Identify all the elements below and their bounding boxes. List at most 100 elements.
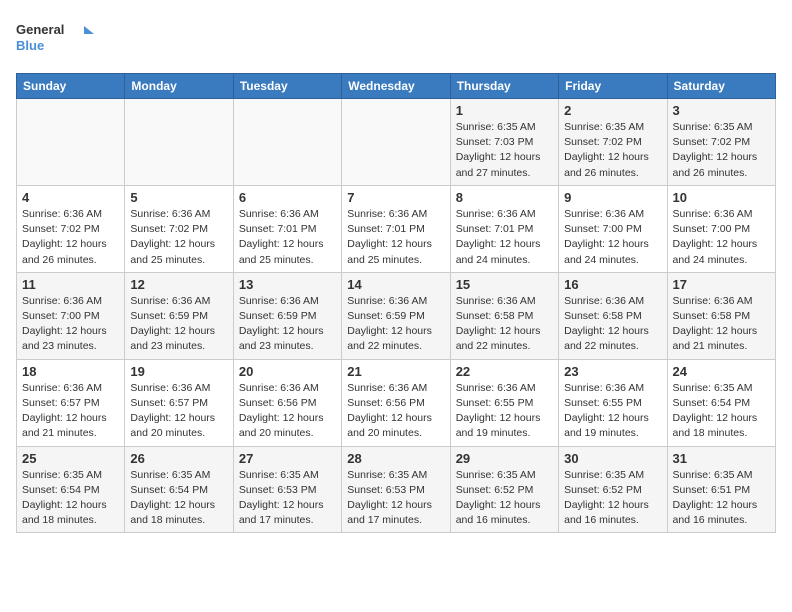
day-number: 25 — [22, 451, 119, 466]
day-number: 31 — [673, 451, 770, 466]
calendar-cell: 23 Sunrise: 6:36 AMSunset: 6:55 PMDayligh… — [559, 359, 667, 446]
calendar-cell: 26Sunrise: 6:35 AMSunset: 6:54 PMDayligh… — [125, 446, 233, 533]
weekday-header-saturday: Saturday — [667, 74, 775, 99]
day-number: 16 — [564, 277, 661, 292]
calendar-cell: 3Sunrise: 6:35 AMSunset: 7:02 PMDaylight… — [667, 99, 775, 186]
day-info: Sunrise: 6:36 AMSunset: 6:56 PMDaylight:… — [347, 381, 444, 442]
day-number: 20 — [239, 364, 336, 379]
day-number: 5 — [130, 190, 227, 205]
day-info: Sunrise: 6:35 AMSunset: 6:53 PMDaylight:… — [347, 468, 444, 529]
weekday-header-thursday: Thursday — [450, 74, 558, 99]
week-row-1: 1 Sunrise: 6:35 AMSunset: 7:03 PMDaylight… — [17, 99, 776, 186]
day-number: 21 — [347, 364, 444, 379]
calendar-cell: 28 Sunrise: 6:35 AMSunset: 6:53 PMDayligh… — [342, 446, 450, 533]
calendar-cell: 12 Sunrise: 6:36 AMSunset: 6:59 PMDayligh… — [125, 272, 233, 359]
calendar-cell: 9 Sunrise: 6:36 AMSunset: 7:00 PMDaylight… — [559, 185, 667, 272]
calendar-cell — [17, 99, 125, 186]
weekday-header-wednesday: Wednesday — [342, 74, 450, 99]
day-info: Sunrise: 6:36 AMSunset: 7:00 PMDaylight:… — [564, 207, 661, 268]
calendar-cell: 25 Sunrise: 6:35 AMSunset: 6:54 PMDayligh… — [17, 446, 125, 533]
calendar-cell: 19 Sunrise: 6:36 AMSunset: 6:57 PMDayligh… — [125, 359, 233, 446]
calendar-cell: 14Sunrise: 6:36 AMSunset: 6:59 PMDayligh… — [342, 272, 450, 359]
weekday-header-row: SundayMondayTuesdayWednesdayThursdayFrid… — [17, 74, 776, 99]
day-number: 23 — [564, 364, 661, 379]
day-number: 24 — [673, 364, 770, 379]
calendar-cell: 24 Sunrise: 6:35 AMSunset: 6:54 PMDayligh… — [667, 359, 775, 446]
calendar-cell: 4Sunrise: 6:36 AMSunset: 7:02 PMDaylight… — [17, 185, 125, 272]
day-number: 9 — [564, 190, 661, 205]
day-info: Sunrise: 6:36 AMSunset: 6:56 PMDaylight:… — [239, 381, 336, 442]
logo-svg: General Blue — [16, 16, 96, 61]
day-info: Sunrise: 6:35 AMSunset: 6:52 PMDaylight:… — [456, 468, 553, 529]
day-number: 18 — [22, 364, 119, 379]
day-number: 17 — [673, 277, 770, 292]
day-info: Sunrise: 6:35 AMSunset: 6:51 PMDaylight:… — [673, 468, 770, 529]
day-number: 1 — [456, 103, 553, 118]
calendar-cell — [233, 99, 341, 186]
calendar-cell: 30 Sunrise: 6:35 AMSunset: 6:52 PMDayligh… — [559, 446, 667, 533]
day-info: Sunrise: 6:36 AMSunset: 6:57 PMDaylight:… — [130, 381, 227, 442]
calendar-cell: 18 Sunrise: 6:36 AMSunset: 6:57 PMDayligh… — [17, 359, 125, 446]
day-info: Sunrise: 6:36 AMSunset: 6:58 PMDaylight:… — [564, 294, 661, 355]
calendar-cell: 27 Sunrise: 6:35 AMSunset: 6:53 PMDayligh… — [233, 446, 341, 533]
day-info: Sunrise: 6:36 AMSunset: 6:59 PMDaylight:… — [239, 294, 336, 355]
calendar-cell: 7Sunrise: 6:36 AMSunset: 7:01 PMDaylight… — [342, 185, 450, 272]
calendar-cell: 17 Sunrise: 6:36 AMSunset: 6:58 PMDayligh… — [667, 272, 775, 359]
calendar-cell: 8Sunrise: 6:36 AMSunset: 7:01 PMDaylight… — [450, 185, 558, 272]
day-info: Sunrise: 6:35 AMSunset: 6:54 PMDaylight:… — [22, 468, 119, 529]
weekday-header-monday: Monday — [125, 74, 233, 99]
day-info: Sunrise: 6:35 AMSunset: 7:02 PMDaylight:… — [564, 120, 661, 181]
calendar-cell: 10 Sunrise: 6:36 AMSunset: 7:00 PMDayligh… — [667, 185, 775, 272]
day-info: Sunrise: 6:36 AMSunset: 7:00 PMDaylight:… — [673, 207, 770, 268]
day-info: Sunrise: 6:36 AMSunset: 6:57 PMDaylight:… — [22, 381, 119, 442]
calendar-table: SundayMondayTuesdayWednesdayThursdayFrid… — [16, 73, 776, 533]
day-info: Sunrise: 6:36 AMSunset: 7:00 PMDaylight:… — [22, 294, 119, 355]
logo: General Blue — [16, 16, 96, 61]
day-number: 29 — [456, 451, 553, 466]
week-row-5: 25 Sunrise: 6:35 AMSunset: 6:54 PMDayligh… — [17, 446, 776, 533]
calendar-cell: 29 Sunrise: 6:35 AMSunset: 6:52 PMDayligh… — [450, 446, 558, 533]
day-info: Sunrise: 6:35 AMSunset: 6:52 PMDaylight:… — [564, 468, 661, 529]
week-row-3: 11 Sunrise: 6:36 AMSunset: 7:00 PMDayligh… — [17, 272, 776, 359]
calendar-cell: 1 Sunrise: 6:35 AMSunset: 7:03 PMDaylight… — [450, 99, 558, 186]
day-info: Sunrise: 6:36 AMSunset: 7:01 PMDaylight:… — [347, 207, 444, 268]
calendar-cell: 11 Sunrise: 6:36 AMSunset: 7:00 PMDayligh… — [17, 272, 125, 359]
day-info: Sunrise: 6:35 AMSunset: 7:03 PMDaylight:… — [456, 120, 553, 181]
week-row-2: 4Sunrise: 6:36 AMSunset: 7:02 PMDaylight… — [17, 185, 776, 272]
day-info: Sunrise: 6:35 AMSunset: 7:02 PMDaylight:… — [673, 120, 770, 181]
calendar-cell: 16 Sunrise: 6:36 AMSunset: 6:58 PMDayligh… — [559, 272, 667, 359]
day-number: 27 — [239, 451, 336, 466]
day-info: Sunrise: 6:36 AMSunset: 7:01 PMDaylight:… — [239, 207, 336, 268]
day-number: 26 — [130, 451, 227, 466]
day-number: 15 — [456, 277, 553, 292]
day-info: Sunrise: 6:36 AMSunset: 6:55 PMDaylight:… — [456, 381, 553, 442]
day-info: Sunrise: 6:35 AMSunset: 6:54 PMDaylight:… — [673, 381, 770, 442]
weekday-header-tuesday: Tuesday — [233, 74, 341, 99]
calendar-cell: 15 Sunrise: 6:36 AMSunset: 6:58 PMDayligh… — [450, 272, 558, 359]
svg-text:General: General — [16, 22, 64, 37]
calendar-cell: 20 Sunrise: 6:36 AMSunset: 6:56 PMDayligh… — [233, 359, 341, 446]
day-info: Sunrise: 6:35 AMSunset: 6:53 PMDaylight:… — [239, 468, 336, 529]
weekday-header-friday: Friday — [559, 74, 667, 99]
calendar-cell — [125, 99, 233, 186]
calendar-cell: 5 Sunrise: 6:36 AMSunset: 7:02 PMDaylight… — [125, 185, 233, 272]
day-info: Sunrise: 6:36 AMSunset: 6:59 PMDaylight:… — [130, 294, 227, 355]
day-number: 11 — [22, 277, 119, 292]
day-info: Sunrise: 6:36 AMSunset: 6:58 PMDaylight:… — [673, 294, 770, 355]
calendar-cell: 6 Sunrise: 6:36 AMSunset: 7:01 PMDaylight… — [233, 185, 341, 272]
page-header: General Blue — [16, 16, 776, 61]
day-number: 8 — [456, 190, 553, 205]
calendar-cell: 2 Sunrise: 6:35 AMSunset: 7:02 PMDaylight… — [559, 99, 667, 186]
day-number: 19 — [130, 364, 227, 379]
day-number: 6 — [239, 190, 336, 205]
day-number: 10 — [673, 190, 770, 205]
day-info: Sunrise: 6:36 AMSunset: 7:02 PMDaylight:… — [130, 207, 227, 268]
day-info: Sunrise: 6:36 AMSunset: 6:58 PMDaylight:… — [456, 294, 553, 355]
day-number: 2 — [564, 103, 661, 118]
day-info: Sunrise: 6:36 AMSunset: 6:55 PMDaylight:… — [564, 381, 661, 442]
day-number: 30 — [564, 451, 661, 466]
svg-text:Blue: Blue — [16, 38, 44, 53]
day-number: 12 — [130, 277, 227, 292]
day-number: 22 — [456, 364, 553, 379]
day-number: 28 — [347, 451, 444, 466]
